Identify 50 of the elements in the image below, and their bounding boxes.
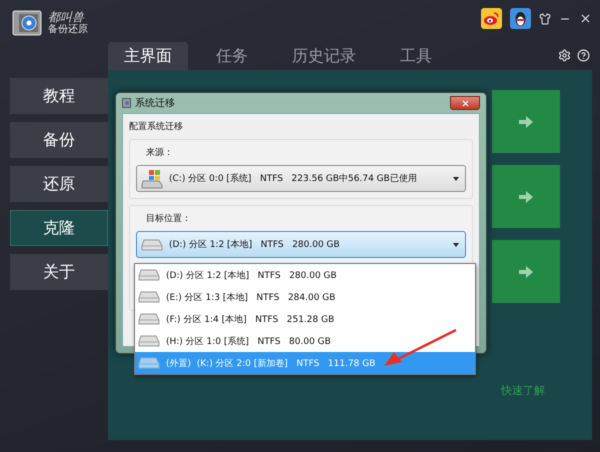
caret-icon [453,242,459,246]
option-text: (D:) 分区 1:2 [本地] NTFS 280.00 GB [166,270,337,282]
safe-icon [12,10,42,36]
close-icon[interactable] [579,12,592,25]
drive-icon [138,313,160,325]
option-text: (H:) 分区 1:0 [系统] NTFS 80.00 GB [166,336,331,348]
settings-icon[interactable] [558,48,571,62]
drive-icon [141,238,163,250]
brand-name: 都叫兽 [48,10,86,24]
help-icon[interactable] [577,48,590,62]
dropdown-option[interactable]: (F:) 分区 1:4 [本地] NTFS 251.28 GB [135,308,475,330]
target-value: (D:) 分区 1:2 [本地] NTFS 280.00 GB [169,238,340,251]
close-icon [460,98,470,108]
tab[interactable]: 工具 [384,42,448,70]
target-dropdown[interactable]: (D:) 分区 1:2 [本地] NTFS 280.00 GB [136,231,466,258]
drive-icon [138,269,160,281]
source-dropdown[interactable]: (C:) 分区 0:0 [系统] NTFS 223.56 GB中56.74 GB已使用 [136,165,466,192]
tab[interactable]: 主界面 [108,42,188,70]
arrow-icon [519,116,533,128]
drive-icon [138,357,160,369]
weibo-icon[interactable] [481,8,502,29]
shirt-icon[interactable] [539,12,551,24]
source-label: 来源： [145,146,174,159]
system-drive-icon [141,168,163,188]
brand-subtitle: 备份还原 [48,24,88,36]
caret-icon [453,176,459,180]
option-text: (E:) 分区 1:3 [本地] NTFS 284.00 GB [166,292,336,304]
dialog-heading: 配置系统迁移 [129,120,184,133]
sidebar-item[interactable]: 克隆 [10,210,108,246]
drive-icon [138,335,160,347]
arrow-icon [519,266,533,278]
option-text: (外置) (K:) 分区 2:0 [新加卷] NTFS 111.78 GB [166,358,376,370]
sidebar-item[interactable]: 关于 [10,254,108,290]
dropdown-option[interactable]: (D:) 分区 1:2 [本地] NTFS 280.00 GB [135,264,475,286]
tab[interactable]: 历史记录 [276,42,372,70]
dialog-title: 系统迁移 [135,96,175,110]
dialog-close-button[interactable] [450,96,480,110]
sidebar-item[interactable]: 还原 [10,166,108,202]
drive-icon [138,291,160,303]
arrow-icon [519,190,533,202]
sidebar-item[interactable]: 教程 [10,78,108,114]
source-value: (C:) 分区 0:0 [系统] NTFS 223.56 GB中56.74 GB已使用 [169,172,417,185]
dialog-app-icon [122,98,131,108]
tab[interactable]: 任务 [200,42,264,70]
sidebar-item[interactable]: 备份 [10,122,108,158]
penguin-icon[interactable] [510,8,531,29]
dropdown-option[interactable]: (E:) 分区 1:3 [本地] NTFS 284.00 GB [135,286,475,308]
option-text: (F:) 分区 1:4 [本地] NTFS 251.28 GB [166,314,334,326]
dropdown-option[interactable]: (H:) 分区 1:0 [系统] NTFS 80.00 GB [135,330,475,352]
target-label: 目标位置： [145,212,192,225]
